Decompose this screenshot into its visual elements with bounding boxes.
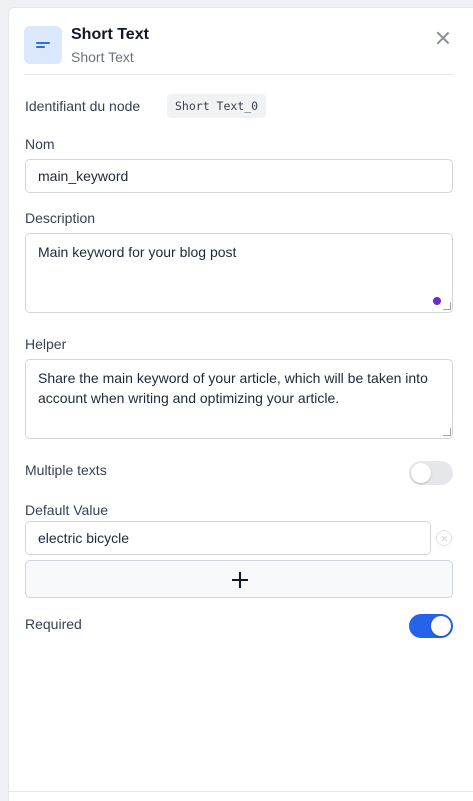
add-value-button[interactable] [25,560,453,598]
short-text-icon [24,26,62,64]
node-settings-panel: Short Text Short Text Identifiant du nod… [8,7,473,801]
footer-divider [9,791,473,792]
panel-title: Short Text [71,26,149,43]
required-toggle[interactable] [409,614,453,638]
description-resize-handle[interactable] [443,302,451,310]
toggle-knob [431,616,451,636]
remove-value-icon[interactable] [436,530,452,546]
panel-header: Short Text Short Text [24,26,453,76]
default-value-label: Default Value [25,502,109,518]
required-label: Required [25,616,82,632]
multiple-texts-toggle[interactable] [409,461,453,485]
node-id-label: Identifiant du node [25,98,141,114]
plus-icon [232,572,248,588]
description-textarea[interactable]: Main keyword for your blog post [25,233,453,313]
status-dot [433,297,441,305]
name-label: Nom [25,136,55,152]
multiple-texts-label: Multiple texts [25,462,107,478]
default-value-input[interactable] [25,521,431,555]
name-input[interactable] [25,159,453,193]
toggle-knob [411,463,431,483]
helper-resize-handle[interactable] [443,428,451,436]
header-divider [24,74,453,75]
helper-textarea[interactable]: Share the main keyword of your article, … [25,359,453,439]
close-icon[interactable] [435,30,451,46]
helper-label: Helper [25,336,67,352]
panel-subtitle: Short Text [71,49,134,65]
node-id-value: Short Text_0 [167,94,267,118]
description-label: Description [25,210,96,226]
